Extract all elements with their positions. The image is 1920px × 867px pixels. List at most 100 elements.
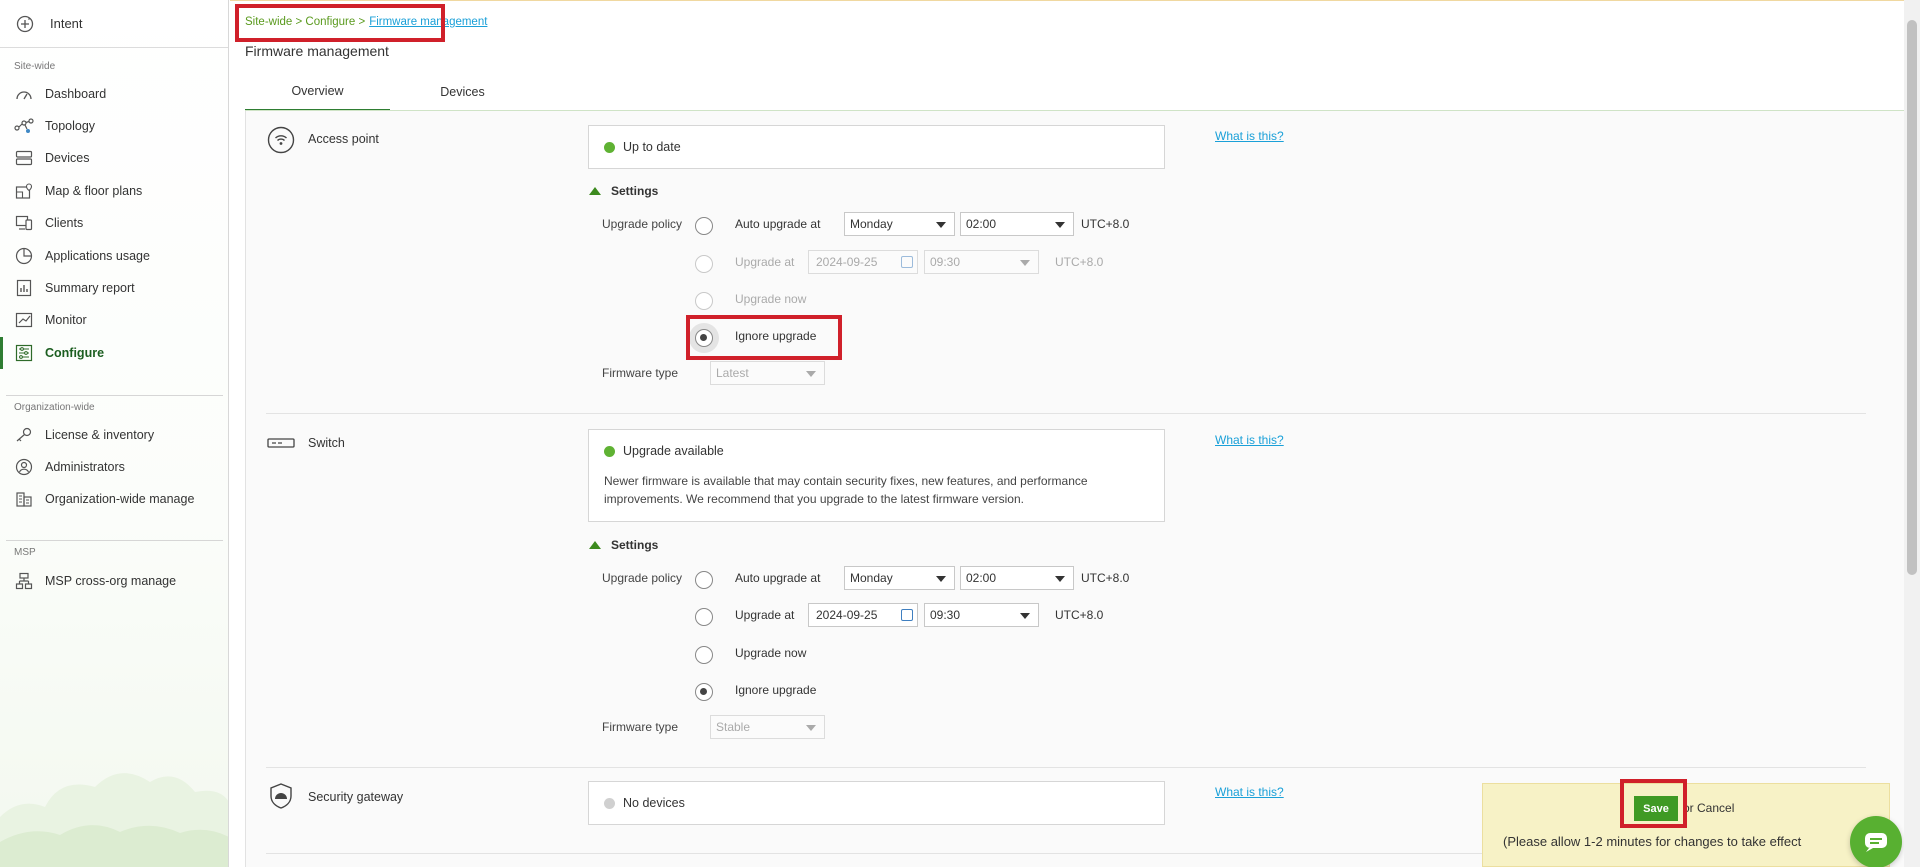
date-value: 2024-09-25 [816,608,878,622]
upgrade-at-label: Upgrade at [735,608,795,622]
sidebar-item-topology[interactable]: Topology [0,110,228,142]
settings-toggle[interactable]: Settings [589,184,658,198]
radio-upgrade-at[interactable] [695,608,713,626]
page-title: Firmware management [245,43,389,59]
collapse-triangle-icon [589,187,601,195]
sidebar-item-label: Dashboard [45,87,107,101]
or-cancel: or Cancel [1683,801,1734,815]
intent-label: Intent [50,16,83,31]
time-select[interactable]: 02:00 [960,212,1074,236]
time-select[interactable]: 02:00 [960,566,1074,590]
timezone-label: UTC+8.0 [1055,255,1104,269]
save-button[interactable]: Save [1634,796,1678,821]
radio-upgrade-now[interactable] [695,646,713,664]
settings-label: Settings [611,184,659,198]
day-select[interactable]: Monday [844,212,955,236]
auto-upgrade-label: Auto upgrade at [735,571,821,585]
wifi-icon [267,126,295,154]
sidebar-item-administrators[interactable]: Administrators [0,451,228,483]
status-dot [604,141,615,153]
firmware-content: Access point Up to date What is this? Se… [245,111,1904,867]
device-name-ap: Access point [308,132,379,146]
upgrade-now-label: Upgrade now [735,292,807,306]
server-icon [14,148,34,168]
upgrade-time-select[interactable]: 09:30 [924,250,1039,274]
sidebar-divider [6,540,223,541]
upgrade-time-value: 09:30 [930,608,961,622]
status-description: Newer firmware is available that may con… [604,474,1088,506]
sidebar-item-label: Monitor [45,313,87,327]
day-select[interactable]: Monday [844,566,955,590]
status-text: No devices [623,796,685,810]
firmware-type-select[interactable]: Latest [710,361,825,385]
caret-down-icon [806,725,816,731]
section-separator [266,413,1866,414]
shield-icon [267,782,295,810]
upgrade-time-select[interactable]: 09:30 [924,603,1039,627]
sidebar-item-org-manage[interactable]: Organization-wide manage [0,483,228,515]
sliders-icon [14,343,34,363]
save-note: (Please allow 1-2 minutes for changes to… [1503,834,1802,849]
settings-toggle[interactable]: Settings [589,538,658,552]
what-is-this-link[interactable]: What is this? [1215,785,1284,799]
sidebar-divider [6,395,223,396]
sidebar-item-summary[interactable]: Summary report [0,272,228,304]
breadcrumb-current[interactable]: Firmware management [369,16,487,28]
tab-bar: Overview Devices [245,73,535,111]
device-name-gateway: Security gateway [308,790,404,804]
settings-label: Settings [611,538,659,552]
sidebar-item-msp[interactable]: MSP cross-org manage [0,565,228,597]
upgrade-now-label: Upgrade now [735,646,807,660]
timezone-label: UTC+8.0 [1055,608,1104,622]
cancel-link[interactable]: Cancel [1697,801,1734,815]
pie-chart-icon [14,246,34,266]
radio-auto-upgrade[interactable] [695,217,713,235]
sidebar-item-map[interactable]: Map & floor plans [0,175,228,207]
caret-down-icon [936,576,946,582]
radio-upgrade-at[interactable] [695,255,713,273]
sidebar-item-devices[interactable]: Devices [0,142,228,174]
upgrade-at-label: Upgrade at [735,255,795,269]
upgrade-policy-label: Upgrade policy [602,571,683,585]
sidebar-item-configure[interactable]: Configure [0,337,228,369]
timezone-label: UTC+8.0 [1081,571,1130,585]
ignore-upgrade-label: Ignore upgrade [735,329,817,343]
radio-ignore-upgrade[interactable] [695,329,713,347]
sidebar-item-applications[interactable]: Applications usage [0,240,228,272]
firmware-type-label: Firmware type [602,720,679,734]
main-panel: Site-wide > Configure > Firmware manageme… [230,0,1904,867]
sidebar-item-clients[interactable]: Clients [0,207,228,239]
calendar-icon [901,609,913,621]
section-site-wide: Site-wide [14,61,56,72]
what-is-this-link[interactable]: What is this? [1215,433,1284,447]
radio-upgrade-now[interactable] [695,292,713,310]
calendar-icon [901,256,913,268]
sidebar-item-dashboard[interactable]: Dashboard [0,78,228,110]
sidebar-item-label: MSP cross-org manage [45,574,177,588]
breadcrumb-path[interactable]: Site-wide > Configure > [245,16,365,28]
topology-icon [14,116,34,136]
section-separator [266,767,1866,768]
chat-button[interactable] [1850,816,1902,867]
sidebar-item-license[interactable]: License & inventory [0,419,228,451]
buildings-icon [14,489,34,509]
radio-auto-upgrade[interactable] [695,571,713,589]
tab-overview[interactable]: Overview [245,73,390,111]
date-input[interactable]: 2024-09-25 [808,250,918,274]
radio-ignore-upgrade[interactable] [695,683,713,701]
caret-down-icon [806,371,816,377]
firmware-type-select[interactable]: Stable [710,715,825,739]
scrollbar-thumb[interactable] [1907,20,1917,575]
date-input[interactable]: 2024-09-25 [808,603,918,627]
time-value: 02:00 [966,571,997,585]
what-is-this-link[interactable]: What is this? [1215,129,1284,143]
sidebar-item-label: Configure [45,346,105,360]
auto-upgrade-label: Auto upgrade at [735,217,821,231]
sidebar-item-label: Map & floor plans [45,184,143,198]
report-icon [14,278,34,298]
intent-item[interactable]: Intent [0,0,228,48]
tab-devices[interactable]: Devices [390,73,535,111]
upgrade-policy-label: Upgrade policy [602,217,683,231]
section-msp: MSP [14,547,36,558]
sidebar-item-monitor[interactable]: Monitor [0,304,228,336]
